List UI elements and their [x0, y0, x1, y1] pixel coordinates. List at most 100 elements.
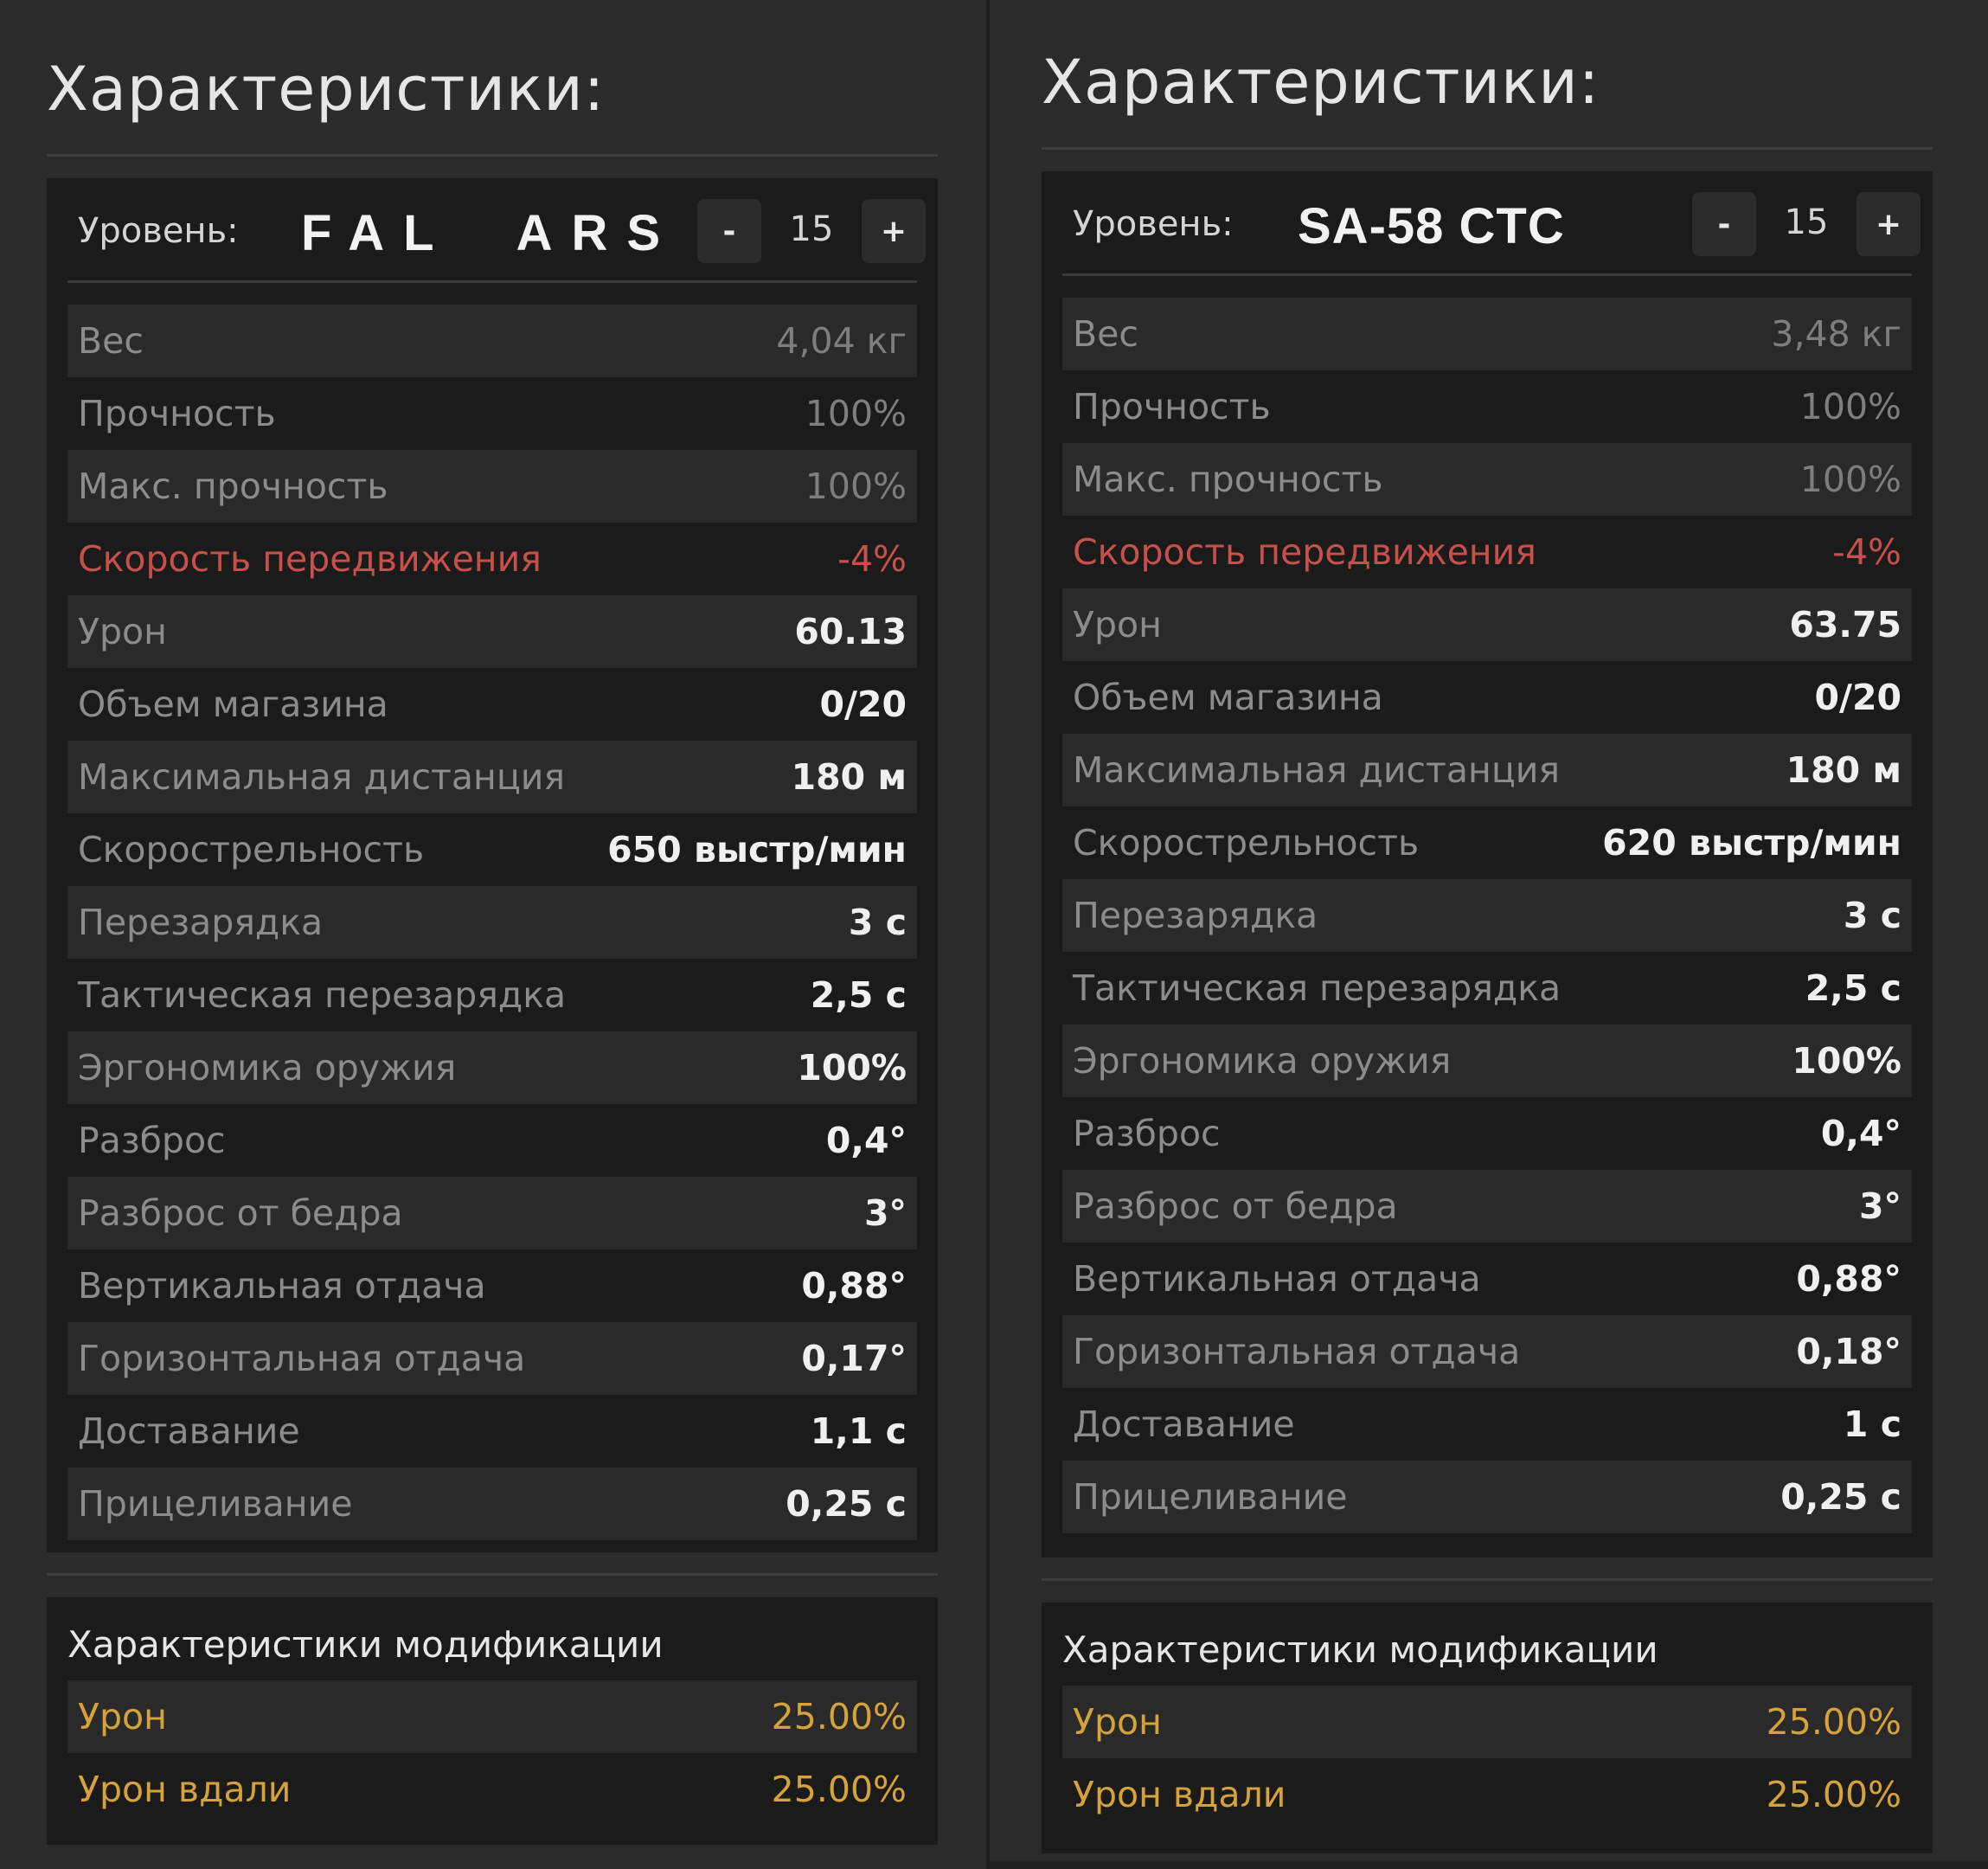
modification-list: Урон 25.00% Урон вдали 25.00%: [1062, 1686, 1912, 1831]
stat-label: Прочность: [1073, 386, 1271, 427]
stat-row: Скорострельность 650 выстр/мин: [67, 813, 917, 886]
stat-value: 0,88°: [801, 1265, 907, 1307]
modification-box: Характеристики модификации Урон 25.00% Уро…: [47, 1597, 938, 1845]
stat-label: Разброс: [78, 1120, 226, 1161]
stats-box: Уровень: SA-58 CTC - 15 + Вес 3,48 кг Проч…: [1042, 171, 1933, 1558]
stat-value: 0/20: [819, 684, 907, 725]
stats-box: Уровень: FAL ARS - 15 + Вес 4,04 кг Прочно…: [47, 178, 938, 1552]
stat-row: Горизонтальная отдача 0,18°: [1062, 1315, 1912, 1388]
stat-value: 100%: [1799, 386, 1901, 427]
stat-label: Макс. прочность: [1073, 459, 1383, 500]
stat-value: 0,17°: [801, 1338, 907, 1379]
modification-value: 25.00%: [1766, 1774, 1901, 1815]
stat-label: Объем магазина: [1073, 677, 1383, 718]
stat-row: Прицеливание 0,25 с: [1062, 1461, 1912, 1533]
stat-value: 0,18°: [1796, 1331, 1901, 1372]
panel-heading: Характеристики:: [1042, 47, 1600, 118]
modification-row: Урон вдали 25.00%: [1062, 1758, 1912, 1831]
weapon-panel-right: Характеристики: Уровень: SA-58 CTC - 15 …: [990, 0, 1988, 1869]
stat-row: Урон 63.75: [1062, 588, 1912, 661]
level-bar: Уровень: SA-58 CTC - 15 +: [1062, 171, 1921, 276]
stat-label: Разброс: [1073, 1113, 1221, 1154]
section-divider: [47, 1573, 938, 1576]
stat-value: 3°: [1858, 1185, 1901, 1227]
stat-label: Скорость передвижения: [1073, 531, 1536, 573]
modification-row: Урон вдали 25.00%: [67, 1753, 917, 1826]
stat-label: Перезарядка: [1073, 895, 1318, 936]
stat-label: Прицеливание: [78, 1483, 353, 1525]
stat-value: -4%: [1832, 531, 1901, 573]
stat-label: Объем магазина: [78, 684, 388, 725]
stat-label: Горизонтальная отдача: [1073, 1331, 1521, 1372]
stat-row: Макс. прочность 100%: [1062, 443, 1912, 516]
stat-value: 3°: [863, 1192, 907, 1234]
stat-row: Макс. прочность 100%: [67, 450, 917, 523]
stat-label: Скорострельность: [78, 829, 425, 870]
stat-value: 4,04 кг: [776, 320, 907, 362]
stat-label: Перезарядка: [78, 902, 324, 943]
stat-value: 63.75: [1789, 604, 1901, 645]
stat-value: 0,25 с: [1780, 1476, 1901, 1518]
stat-value: 3 с: [848, 902, 907, 943]
stat-row: Объем магазина 0/20: [67, 668, 917, 741]
stat-row: Доставание 1 с: [1062, 1388, 1912, 1461]
stat-row: Доставание 1,1 с: [67, 1395, 917, 1468]
bottom-edge: [990, 1860, 1988, 1869]
modification-box: Характеристики модификации Урон 25.00% Уро…: [1042, 1602, 1933, 1853]
level-increase-button[interactable]: +: [862, 199, 926, 263]
stat-label: Урон: [1073, 604, 1162, 645]
modification-value: 25.00%: [1766, 1701, 1901, 1743]
modification-label: Урон: [78, 1696, 167, 1737]
heading-divider: [47, 154, 938, 157]
stat-row: Вертикальная отдача 0,88°: [1062, 1243, 1912, 1315]
level-decrease-button[interactable]: -: [697, 199, 761, 263]
stat-row: Эргономика оружия 100%: [1062, 1024, 1912, 1097]
stat-label: Доставание: [78, 1410, 300, 1452]
stat-value: 0/20: [1814, 677, 1901, 718]
stat-label: Вертикальная отдача: [78, 1265, 486, 1307]
level-decrease-button[interactable]: -: [1692, 192, 1756, 256]
stat-value: 3 с: [1843, 895, 1901, 936]
stat-value: 0,25 с: [786, 1483, 907, 1525]
modification-value: 25.00%: [771, 1696, 907, 1737]
stat-value: 100%: [797, 1047, 907, 1089]
stat-label: Горизонтальная отдача: [78, 1338, 526, 1379]
modification-label: Урон вдали: [78, 1769, 292, 1810]
weapon-name: SA-58 CTC: [1298, 198, 1565, 254]
stat-value: 100%: [1792, 1040, 1901, 1082]
stat-row: Вес 4,04 кг: [67, 305, 917, 377]
stat-value: 1,1 с: [810, 1410, 907, 1452]
stat-value: 180 м: [791, 756, 907, 798]
modification-list: Урон 25.00% Урон вдали 25.00%: [67, 1680, 917, 1826]
modification-value: 25.00%: [771, 1769, 907, 1810]
stat-list: Вес 3,48 кг Прочность 100% Макс. прочность 10…: [1062, 298, 1912, 1533]
stat-label: Эргономика оружия: [78, 1047, 457, 1089]
level-label: Уровень:: [1073, 204, 1234, 244]
stat-value: 100%: [805, 466, 907, 507]
stat-label: Эргономика оружия: [1073, 1040, 1452, 1082]
stat-label: Вес: [78, 320, 144, 362]
stat-label: Максимальная дистанция: [78, 756, 566, 798]
stat-label: Тактическая перезарядка: [78, 974, 567, 1016]
stat-value: 100%: [805, 393, 907, 434]
stat-label: Разброс от бедра: [1073, 1185, 1398, 1227]
stat-value: -4%: [837, 538, 907, 580]
stat-value: 0,88°: [1796, 1258, 1901, 1300]
stat-row: Скорость передвижения -4%: [67, 523, 917, 595]
weapon-panel-left: Характеристики: Уровень: FAL ARS - 15 + …: [0, 0, 986, 1869]
stat-row: Максимальная дистанция 180 м: [67, 741, 917, 813]
stat-row: Горизонтальная отдача 0,17°: [67, 1322, 917, 1395]
stat-list: Вес 4,04 кг Прочность 100% Макс. прочность 10…: [67, 305, 917, 1540]
level-increase-button[interactable]: +: [1857, 192, 1921, 256]
stat-row: Вес 3,48 кг: [1062, 298, 1912, 370]
stat-row: Прицеливание 0,25 с: [67, 1468, 917, 1540]
stat-row: Прочность 100%: [67, 377, 917, 450]
heading-divider: [1042, 147, 1933, 150]
stat-value: 100%: [1799, 459, 1901, 500]
stat-label: Прицеливание: [1073, 1476, 1348, 1518]
stat-label: Вес: [1073, 313, 1138, 355]
level-value: 15: [789, 209, 834, 249]
stat-label: Тактическая перезарядка: [1073, 967, 1562, 1009]
stat-label: Вертикальная отдача: [1073, 1258, 1481, 1300]
stat-row: Эргономика оружия 100%: [67, 1031, 917, 1104]
